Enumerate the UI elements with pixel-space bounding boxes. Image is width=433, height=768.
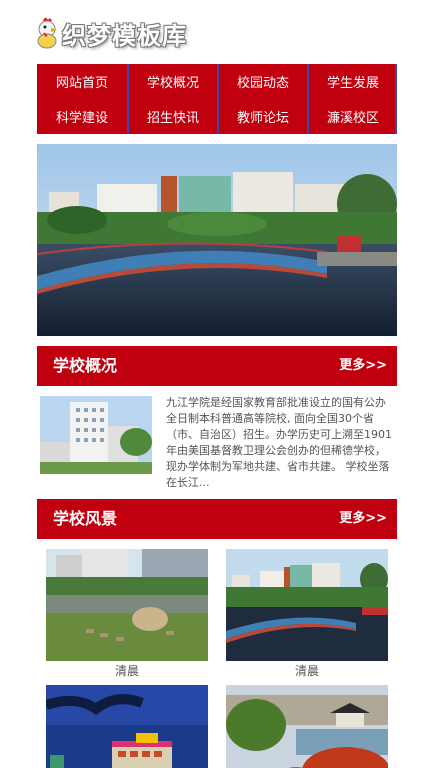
scenery-title: 学校风景	[53, 509, 118, 528]
nav-item-science[interactable]: 科学建设	[37, 99, 127, 134]
campus-bridge-photo-small	[226, 549, 388, 661]
nav-item-home[interactable]: 网站首页	[37, 64, 127, 99]
scenery-section-header: 学校风景 更多>>	[37, 499, 397, 539]
scenery-photo-1[interactable]	[46, 549, 208, 661]
nav-item-admissions[interactable]: 招生快讯	[127, 99, 217, 134]
nav-edge	[395, 64, 397, 134]
scenery-more-link[interactable]: 更多>>	[339, 499, 387, 539]
page: 织梦模板库 网站首页 学校概况 校园动态 学生发展 科学建设 招生快讯 教师论坛…	[0, 0, 433, 768]
campus-lake-photo	[46, 549, 208, 661]
campus-bridge-photo	[37, 144, 397, 336]
nav-item-lianxi-campus[interactable]: 濂溪校区	[307, 99, 397, 134]
nav-item-overview[interactable]: 学校概况	[127, 64, 217, 99]
campus-night-photo	[46, 685, 208, 768]
nav-item-campus-news[interactable]: 校园动态	[217, 64, 307, 99]
overview-more-link[interactable]: 更多>>	[339, 346, 387, 386]
overview-section-header: 学校概况 更多>>	[37, 346, 397, 386]
scenery-photo-4[interactable]	[226, 685, 388, 768]
overview-title: 学校概况	[53, 356, 118, 375]
header: 织梦模板库	[0, 0, 433, 64]
banner-image[interactable]	[37, 144, 397, 336]
nav-item-student-development[interactable]: 学生发展	[307, 64, 397, 99]
nav-item-teacher-forum[interactable]: 教师论坛	[217, 99, 307, 134]
scenery-photo-3[interactable]	[46, 685, 208, 768]
overview-image[interactable]	[40, 396, 152, 474]
scenery-photo-2[interactable]	[226, 549, 388, 661]
scenery-caption-2: 清晨	[294, 664, 319, 678]
overview-text: 九江学院是经国家教育部批准设立的国有公办全日制本科普通高等院校, 面向全国30个…	[166, 396, 392, 489]
main-nav: 网站首页 学校概况 校园动态 学生发展 科学建设 招生快讯 教师论坛 濂溪校区	[37, 64, 397, 134]
rooster-logo-icon	[37, 17, 57, 49]
campus-pavilion-photo	[226, 685, 388, 768]
scenery-caption-1: 清晨	[114, 664, 139, 678]
site-logo-text[interactable]: 织梦模板库	[62, 16, 187, 51]
campus-building-photo	[40, 396, 152, 474]
